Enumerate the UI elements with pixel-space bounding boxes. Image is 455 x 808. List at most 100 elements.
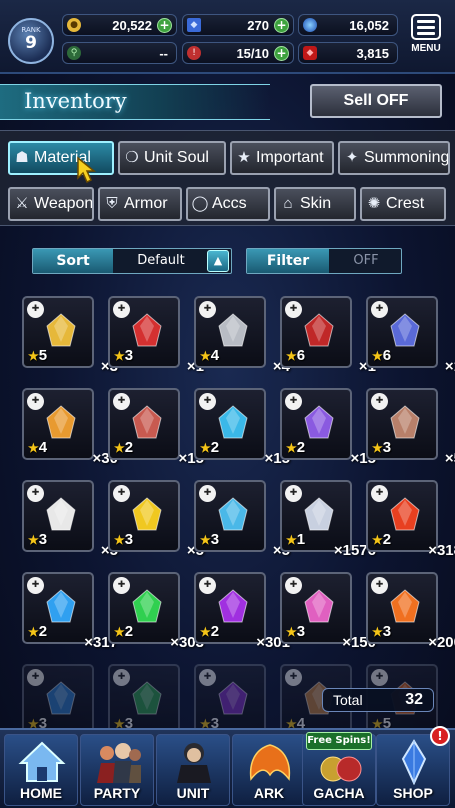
add-lapis-button[interactable]: +	[274, 18, 289, 33]
item-art-icon	[132, 405, 162, 439]
sort-value: Default	[137, 253, 185, 268]
tab-armor[interactable]: ⛨ Armor	[98, 187, 182, 221]
tab-skin[interactable]: ⌂ Skin	[274, 187, 356, 221]
gil-counter[interactable]: ● 20,522 +	[62, 14, 177, 36]
item-art-icon	[132, 589, 162, 623]
party-icon	[97, 743, 141, 783]
tab-label: Accs	[212, 195, 247, 212]
item-art-icon	[390, 405, 420, 439]
free-spins-banner[interactable]: Free Spins!	[306, 732, 372, 750]
item-art-icon	[46, 681, 76, 715]
red-gem-counter[interactable]: ◆ 3,815	[298, 42, 398, 64]
tab-summoning[interactable]: ✦ Summoning	[338, 141, 450, 175]
nav-label: UNIT	[176, 785, 210, 801]
item-slot[interactable]: ✚ ★3	[22, 664, 94, 730]
ark-phoenix-icon	[249, 744, 291, 781]
item-art-icon	[218, 313, 248, 347]
item-type-icon: ✚	[371, 485, 388, 502]
lapis-counter[interactable]: ◆ 270 +	[182, 14, 294, 36]
tab-crest[interactable]: ✺ Crest	[360, 187, 446, 221]
capacity-value: 15/10	[236, 46, 269, 61]
tab-label: Skin	[300, 195, 332, 212]
nav-home[interactable]: HOME	[4, 734, 78, 806]
orb-counter[interactable]: 16,052	[298, 14, 398, 36]
item-art-icon	[218, 589, 248, 623]
item-art-icon	[218, 497, 248, 531]
sell-toggle-button[interactable]: Sell OFF	[310, 84, 442, 118]
gil-coin-icon: ●	[67, 18, 81, 32]
item-type-icon: ✚	[27, 669, 44, 686]
add-capacity-button[interactable]: +	[274, 46, 289, 61]
crest-icon: ✺	[367, 195, 381, 212]
nav-label: HOME	[20, 785, 62, 801]
item-art-icon	[390, 589, 420, 623]
tab-label: Crest	[386, 195, 425, 212]
item-slot[interactable]: ✚ ★3	[194, 664, 266, 730]
item-type-icon: ✚	[371, 669, 388, 686]
tab-weapon[interactable]: ⚔ Weapon	[8, 187, 94, 221]
sort-direction-button[interactable]: ▲	[207, 250, 229, 272]
hanger-icon: ⌂	[283, 195, 293, 212]
tab-label: Summoning	[364, 149, 450, 166]
item-type-icon: ✚	[199, 577, 216, 594]
total-value: 32	[405, 691, 423, 708]
rank-value: 9	[25, 33, 37, 53]
unit-icon	[177, 743, 211, 783]
filter-toggle[interactable]: Filter OFF	[246, 248, 402, 274]
item-slot[interactable]: ✚ ★3	[108, 664, 180, 730]
blue-orb-icon	[303, 18, 317, 32]
item-quantity: ×15	[178, 450, 204, 467]
item-quantity: ×30	[92, 450, 118, 467]
capacity-counter[interactable]: ! 15/10 +	[182, 42, 294, 64]
tab-important[interactable]: ★ Important	[230, 141, 334, 175]
item-type-icon: ✚	[113, 669, 130, 686]
tab-label: Weapon	[34, 195, 94, 212]
item-art-icon	[390, 497, 420, 531]
shop-alert-badge: !	[430, 726, 450, 746]
item-art-icon	[304, 313, 334, 347]
nav-ark[interactable]: ARK	[232, 734, 306, 806]
item-type-icon: ✚	[199, 485, 216, 502]
nav-party[interactable]: PARTY	[80, 734, 154, 806]
stamina-counter[interactable]: ⚲ --	[62, 42, 177, 64]
total-label: Total	[333, 692, 363, 708]
item-type-icon: ✚	[113, 577, 130, 594]
nav-label: SHOP	[393, 785, 433, 801]
item-quantity: ×5	[38, 542, 118, 559]
menu-label: MENU	[411, 43, 441, 54]
item-type-icon: ✚	[113, 485, 130, 502]
sort-dropdown[interactable]: Sort Default	[32, 248, 232, 274]
item-quantity: ×3	[38, 358, 118, 375]
item-type-icon: ✚	[371, 301, 388, 318]
sort-label: Sort	[33, 249, 113, 273]
item-type-icon: ✚	[371, 577, 388, 594]
item-quantity: ×15	[350, 450, 376, 467]
item-art-icon	[304, 497, 334, 531]
item-quantity: ×5	[444, 450, 455, 467]
nav-label: GACHA	[313, 785, 365, 801]
ticket-icon: !	[187, 46, 201, 60]
nav-label: PARTY	[93, 785, 141, 801]
unit-soul-icon: ❍	[125, 149, 139, 166]
rank-badge[interactable]: RANK 9	[8, 18, 54, 64]
summon-icon: ✦	[345, 149, 359, 166]
item-art-icon	[218, 405, 248, 439]
menu-button[interactable]: MENU	[406, 14, 446, 64]
item-art-icon	[46, 589, 76, 623]
item-type-icon: ✚	[285, 577, 302, 594]
item-quantity: ×1	[124, 358, 204, 375]
item-quantity: ×200	[428, 634, 455, 651]
item-quantity: ×1	[296, 358, 376, 375]
tab-unit-soul[interactable]: ❍ Unit Soul	[118, 141, 226, 175]
nav-unit[interactable]: UNIT	[156, 734, 230, 806]
tab-accs[interactable]: ◯ Accs	[186, 187, 270, 221]
item-type-icon: ✚	[199, 393, 216, 410]
add-gil-button[interactable]: +	[157, 18, 172, 33]
stamina-icon: ⚲	[67, 46, 81, 60]
lapis-value: 270	[247, 18, 269, 33]
item-type-icon: ✚	[285, 485, 302, 502]
tab-label: Important	[256, 149, 324, 166]
item-type-icon: ✚	[113, 301, 130, 318]
item-type-icon: ✚	[27, 485, 44, 502]
armor-icon: ⛨	[106, 195, 118, 212]
